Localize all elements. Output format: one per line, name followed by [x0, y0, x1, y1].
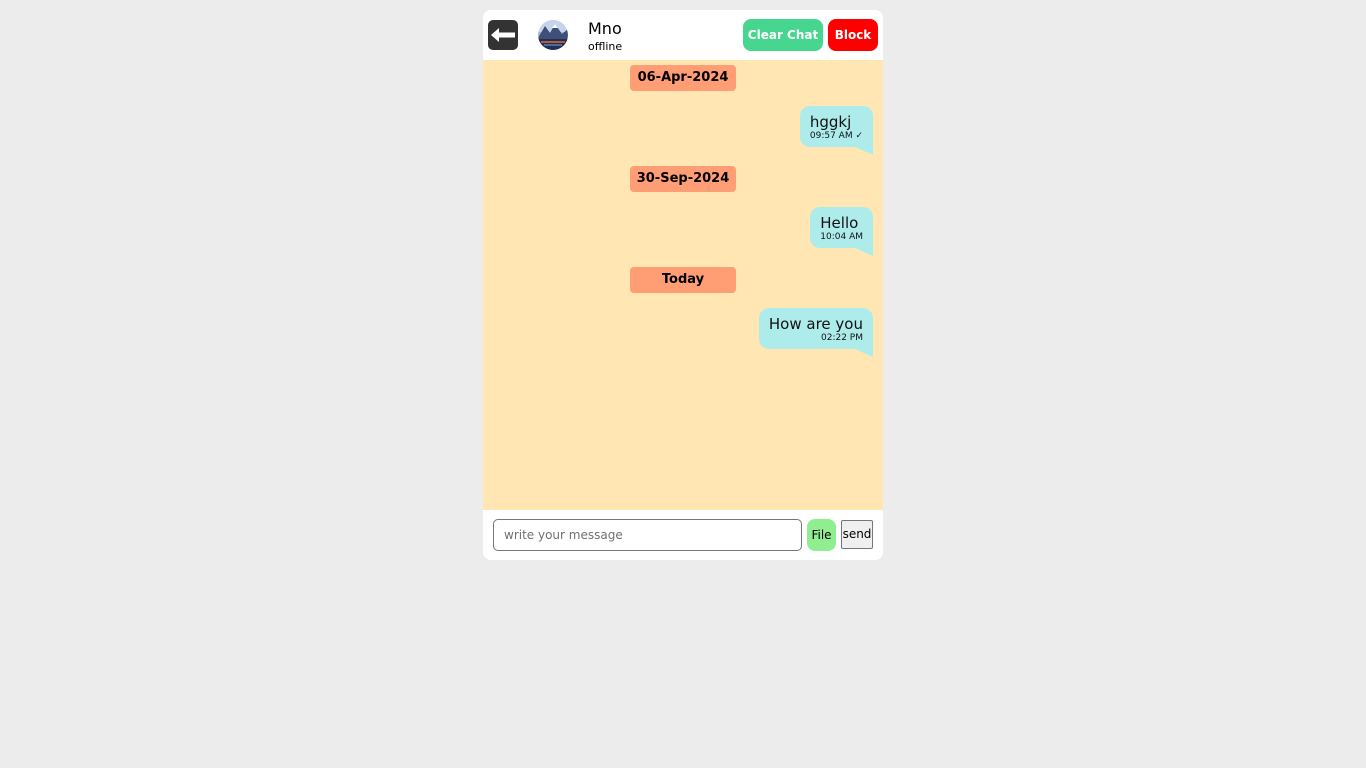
outgoing-message: How are you 02:22 PM [758, 308, 874, 357]
outgoing-message: Hello 10:04 AM [810, 207, 873, 256]
back-button[interactable] [488, 20, 518, 50]
date-separator: 30-Sep-2024 [630, 166, 736, 192]
message-list[interactable]: 06-Apr-2024 hggkj 09:57 AM ✓ 30-Sep-2024… [483, 60, 883, 510]
file-button[interactable]: File [807, 519, 836, 551]
avatar[interactable] [538, 20, 568, 50]
chat-window: Mno offline Clear Chat Block 06-Apr-2024… [483, 10, 883, 560]
message-text: How are you [768, 315, 863, 333]
arrow-left-icon [491, 28, 515, 42]
message-text: Hello [820, 214, 859, 232]
send-button[interactable]: send [841, 520, 873, 549]
message-composer: File send [483, 510, 883, 560]
message-text: hggkj [809, 113, 852, 131]
message-time: 09:57 AM ✓ [809, 131, 863, 141]
chat-header: Mno offline Clear Chat Block [483, 10, 883, 60]
contact-status: offline [588, 40, 623, 53]
contact-avatar-image [538, 20, 568, 50]
outgoing-message: hggkj 09:57 AM ✓ [799, 106, 874, 155]
message-input[interactable] [493, 519, 802, 551]
date-separator: 06-Apr-2024 [630, 65, 736, 91]
message-time: 02:22 PM [821, 333, 863, 343]
message-time: 10:04 AM [820, 232, 863, 242]
clear-chat-button[interactable]: Clear Chat [743, 19, 823, 51]
date-separator: Today [630, 267, 736, 293]
contact-name: Mno [588, 19, 622, 38]
block-button[interactable]: Block [828, 19, 878, 51]
